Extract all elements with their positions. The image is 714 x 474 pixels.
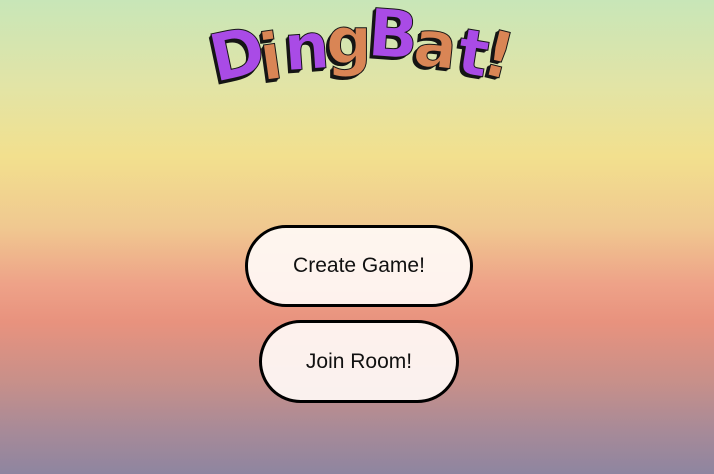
- join-room-button[interactable]: Join Room!: [259, 320, 459, 403]
- create-game-button[interactable]: Create Game!: [245, 225, 473, 307]
- logo-letter: a: [410, 6, 462, 86]
- join-room-label: Join Room!: [305, 349, 413, 373]
- create-game-label: Create Game!: [293, 254, 425, 277]
- dingbat-logo: D i n g B a t !: [200, 0, 530, 110]
- logo-letter: n: [281, 9, 333, 87]
